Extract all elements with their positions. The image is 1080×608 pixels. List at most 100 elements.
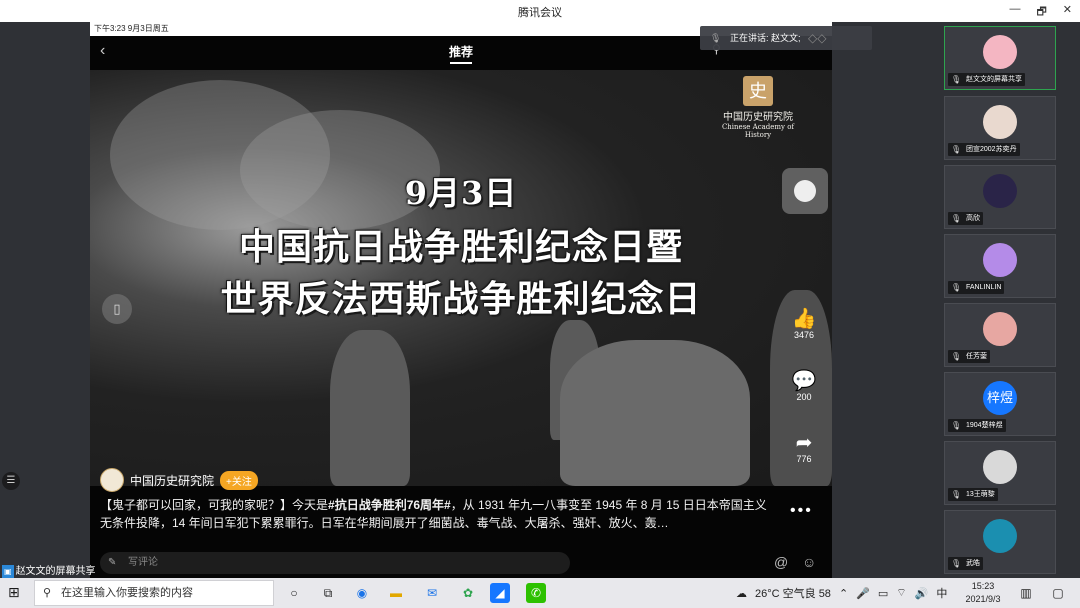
app-tray-icon[interactable]: ▥ bbox=[1016, 583, 1036, 603]
chevron-up-icon[interactable]: ⌃ bbox=[839, 587, 848, 600]
like-count: 3476 bbox=[793, 330, 815, 340]
edge-icon[interactable]: ◉ bbox=[352, 583, 372, 603]
cortana-icon[interactable]: ○ bbox=[284, 583, 304, 603]
avatar bbox=[983, 243, 1017, 277]
participant-tile[interactable]: 🎙 13王萌黎 bbox=[944, 441, 1056, 505]
close-button[interactable]: ✕ bbox=[1063, 3, 1072, 22]
minimize-button[interactable]: — bbox=[1009, 3, 1020, 22]
rotate-screen-icon[interactable]: ▯ bbox=[102, 294, 132, 324]
participant-tile[interactable]: 🎙 赵文文的屏幕共享 bbox=[944, 26, 1056, 90]
post-description: 【鬼子都可以回家，可我的家呢？】今天是#抗日战争胜利76周年#，从 1931 年… bbox=[100, 496, 770, 532]
task-view-icon[interactable]: ⧉ bbox=[318, 583, 338, 603]
mic-off-icon: 🎙 bbox=[951, 214, 962, 223]
menu-icon[interactable]: ☰ bbox=[2, 472, 20, 490]
mic-on-icon: 🎙 bbox=[951, 75, 962, 84]
window-titlebar: 腾讯会议 — 🗗 ✕ bbox=[0, 0, 1080, 22]
mic-off-icon: 🎙 bbox=[951, 559, 962, 568]
mail-icon[interactable]: ✉ bbox=[422, 583, 442, 603]
taskbar-search-placeholder: 在这里输入你要搜索的内容 bbox=[61, 587, 193, 599]
taskbar-search[interactable]: ⚲ 在这里输入你要搜索的内容 bbox=[34, 580, 274, 606]
academy-logo-icon: 史 bbox=[743, 76, 773, 106]
shared-screen: 下午3:23 9月3日周五 ‹ 推荐 ⚲ 史 中国历史研究院 Chinese A… bbox=[90, 22, 832, 578]
more-options-icon[interactable]: ••• bbox=[790, 502, 813, 520]
avatar bbox=[983, 105, 1017, 139]
left-strip bbox=[0, 22, 90, 578]
tencent-meeting-icon[interactable]: ◢ bbox=[490, 583, 510, 603]
volume-icon[interactable]: 🔊 bbox=[915, 587, 929, 600]
share-count: 776 bbox=[796, 454, 812, 464]
participant-tile[interactable]: 🎙 高欣 bbox=[944, 165, 1056, 229]
name-badge: 梓煜 bbox=[983, 381, 1017, 415]
at-icon[interactable]: @ bbox=[774, 554, 788, 570]
emoji-icon[interactable]: ☺ bbox=[802, 554, 816, 570]
headline-line-1: 9月3日 bbox=[404, 174, 518, 212]
notification-icon[interactable]: ▢ bbox=[1048, 583, 1068, 603]
avatar bbox=[983, 312, 1017, 346]
share-button[interactable]: ➦ 776 bbox=[786, 432, 822, 464]
network-icon[interactable]: ⌔ bbox=[896, 586, 906, 600]
like-button[interactable]: 👍 3476 bbox=[786, 308, 822, 340]
participant-tile[interactable]: 梓煜 🎙 1904楚梓煜 bbox=[944, 372, 1056, 436]
logo-en-text: Chinese Academy of History bbox=[721, 123, 795, 139]
window-title: 腾讯会议 bbox=[518, 7, 562, 19]
speaking-dots-icon: ◇◇ bbox=[808, 31, 827, 45]
microphone-icon[interactable]: 🎤 bbox=[856, 587, 870, 600]
thumbs-up-icon: 👍 bbox=[791, 308, 817, 330]
battery-icon[interactable]: ▭ bbox=[878, 587, 888, 600]
speaking-indicator: 🎙 正在讲话: 赵文文; ◇◇ bbox=[700, 26, 872, 50]
weather-icon: ☁ bbox=[736, 587, 747, 600]
mic-off-icon: 🎙 bbox=[951, 490, 962, 499]
participant-label: 🎙 赵文文的屏幕共享 bbox=[948, 73, 1025, 86]
system-clock[interactable]: 15:23 2021/9/3 bbox=[958, 580, 1008, 606]
pen-icon: ✎ bbox=[108, 557, 117, 568]
comment-placeholder: 写评论 bbox=[128, 557, 158, 568]
share-status-text: 赵文文的屏幕共享 bbox=[15, 566, 96, 577]
academy-logo: 史 中国历史研究院 Chinese Academy of History bbox=[710, 76, 806, 139]
participant-label: 🎙 13王萌黎 bbox=[948, 488, 998, 501]
author-avatar[interactable] bbox=[100, 468, 124, 492]
desc-hashtag[interactable]: #抗日战争胜利76周年# bbox=[328, 498, 451, 512]
participant-tile[interactable]: 🎙 武皓 bbox=[944, 510, 1056, 574]
floating-button[interactable] bbox=[782, 168, 828, 214]
participant-label: 🎙 武皓 bbox=[948, 557, 983, 570]
clock-date: 2021/9/3 bbox=[965, 594, 1001, 604]
speaking-text: 正在讲话: 赵文文; bbox=[730, 33, 801, 43]
participant-label: 🎙 团宣2002苏奕丹 bbox=[948, 143, 1020, 156]
avatar bbox=[983, 450, 1017, 484]
author-row: 中国历史研究院 +关注 bbox=[100, 468, 258, 492]
weather-text[interactable]: 26°C 空气良 58 bbox=[755, 585, 831, 601]
clock-time: 15:23 bbox=[971, 581, 995, 591]
taskbar: ⊞ ⚲ 在这里输入你要搜索的内容 ○ ⧉ ◉ ▬ ✉ ✿ ◢ ✆ ☁ 26°C … bbox=[0, 578, 1080, 608]
headline-line-2: 中国抗日战争胜利纪念日暨 bbox=[238, 226, 683, 268]
share-status-bar: ▣ 赵文文的屏幕共享 bbox=[0, 565, 96, 578]
soldier-figure bbox=[560, 340, 750, 486]
restore-button[interactable]: 🗗 bbox=[1036, 3, 1046, 22]
headline-line-3: 世界反法西斯战争胜利纪念日 bbox=[220, 278, 702, 320]
comment-count: 200 bbox=[796, 392, 812, 402]
mic-off-icon: 🎙 bbox=[951, 421, 962, 430]
green-app-icon[interactable]: ✿ bbox=[458, 583, 478, 603]
mic-off-icon: 🎙 bbox=[951, 352, 962, 361]
tab-underline bbox=[450, 62, 472, 64]
windows-start-icon[interactable]: ⊞ bbox=[8, 584, 20, 601]
share-icon: ➦ bbox=[795, 432, 813, 454]
participant-tile[interactable]: 🎙 FANLINLIN bbox=[944, 234, 1056, 298]
participant-tile[interactable]: 🎙 团宣2002苏奕丹 bbox=[944, 96, 1056, 160]
follow-button[interactable]: +关注 bbox=[220, 470, 258, 490]
avatar bbox=[983, 519, 1017, 553]
mic-off-icon: 🎙 bbox=[951, 145, 962, 154]
comment-button[interactable]: 💬 200 bbox=[786, 370, 822, 402]
file-explorer-icon[interactable]: ▬ bbox=[386, 583, 406, 603]
author-name[interactable]: 中国历史研究院 bbox=[130, 472, 214, 489]
desc-prefix: 【鬼子都可以回家，可我的家呢？】今天是 bbox=[100, 498, 329, 512]
participant-tile[interactable]: 🎙 任芳蓥 bbox=[944, 303, 1056, 367]
participant-label: 🎙 任芳蓥 bbox=[948, 350, 990, 363]
comment-input[interactable]: ✎ 写评论 bbox=[100, 552, 570, 574]
comment-icon: 💬 bbox=[791, 370, 817, 392]
system-tray: ☁ 26°C 空气良 58 ⌃ 🎤 ▭ ⌔ 🔊 中 bbox=[736, 578, 947, 608]
participant-label: 🎙 1904楚梓煜 bbox=[948, 419, 1006, 432]
wechat-icon[interactable]: ✆ bbox=[526, 583, 546, 603]
soldier-figure bbox=[330, 330, 410, 486]
ime-indicator[interactable]: 中 bbox=[936, 585, 947, 601]
logo-cn-text: 中国历史研究院 bbox=[723, 112, 793, 123]
